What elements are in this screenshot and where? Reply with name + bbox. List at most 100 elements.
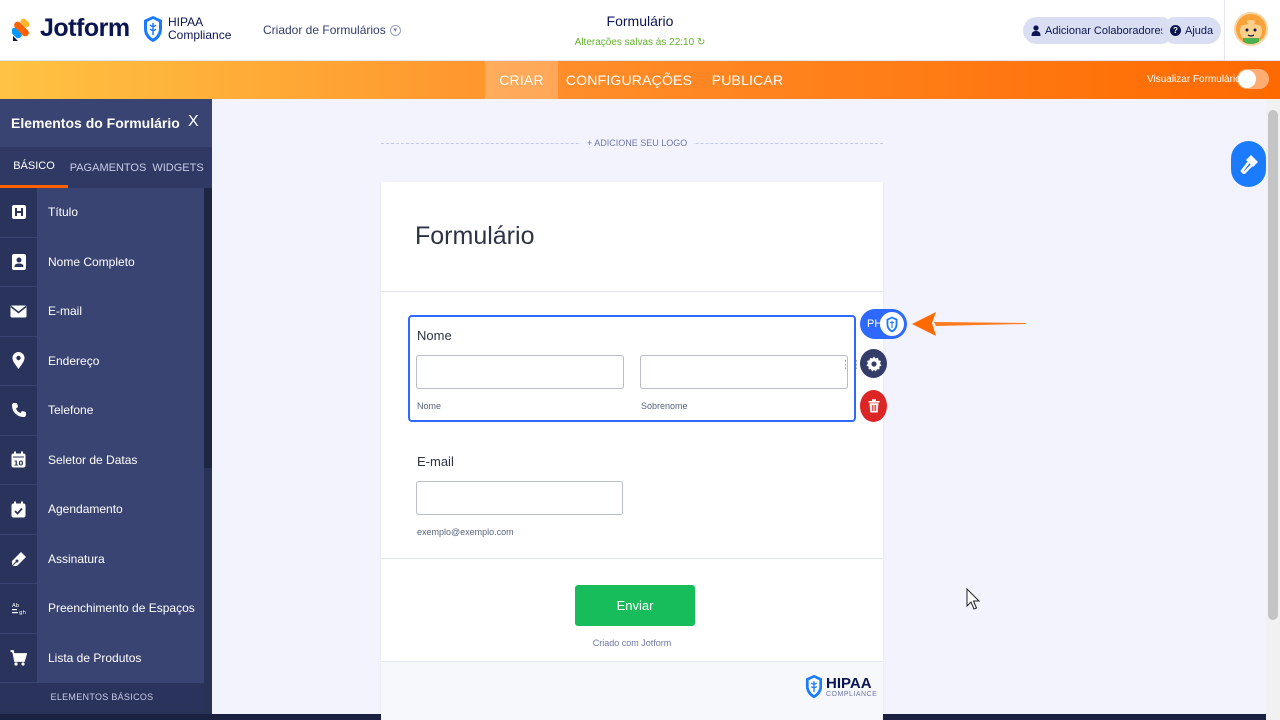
calendar-check-icon bbox=[0, 485, 37, 534]
phone-icon bbox=[0, 386, 37, 435]
email-field-label[interactable]: E-mail bbox=[417, 454, 454, 469]
sidebar-tab-basico[interactable]: BÁSICO bbox=[0, 147, 68, 188]
svg-text:Ab: Ab bbox=[12, 603, 20, 609]
sidebar-item-seletor-de-datas[interactable]: 10 Seletor de Datas bbox=[0, 435, 204, 485]
jotform-logo-icon bbox=[12, 18, 30, 41]
sidebar-item-nome-completo[interactable]: Nome Completo bbox=[0, 237, 204, 287]
footer-hipaa-badge: HIPAA COMPLIANCE bbox=[805, 674, 877, 699]
form-elements-sidebar: Elementos do Formulário X BÁSICO PAGAMEN… bbox=[0, 99, 212, 720]
submit-divider bbox=[381, 558, 883, 559]
sidebar-item-telefone[interactable]: Telefone bbox=[0, 386, 204, 436]
chevron-down-icon: ▾ bbox=[389, 24, 401, 36]
sidebar-item-lista-de-produtos[interactable]: Lista de Produtos bbox=[0, 633, 204, 683]
form-card: Formulário Nome ⋮⋮ Nome Sobrenome E-mail… bbox=[381, 182, 883, 720]
heading-icon bbox=[0, 188, 37, 237]
footer-compliance-text: COMPLIANCE bbox=[826, 690, 878, 698]
sidebar-item-email[interactable]: E-mail bbox=[0, 287, 204, 337]
user-icon bbox=[1031, 25, 1041, 36]
field-settings-button[interactable] bbox=[860, 349, 887, 378]
add-collaborators-label: Adicionar Colaboradores bbox=[1045, 24, 1167, 37]
save-status-text: Alterações salvas às 22:10 bbox=[574, 37, 695, 48]
jotform-wordmark: Jotform bbox=[40, 14, 130, 42]
map-pin-icon bbox=[0, 336, 37, 385]
close-icon[interactable]: X bbox=[188, 113, 199, 131]
form-designer-button[interactable] bbox=[1231, 141, 1266, 187]
sidebar-tab-widgets[interactable]: WIDGETS bbox=[150, 147, 206, 188]
hipaa-shield-icon bbox=[144, 16, 162, 42]
builder-dropdown-label: Criador de Formulários bbox=[263, 23, 386, 37]
sidebar-item-assinatura[interactable]: Assinatura bbox=[0, 534, 204, 584]
gear-icon bbox=[866, 356, 881, 371]
form-title[interactable]: Formulário bbox=[540, 13, 740, 29]
pen-icon bbox=[0, 534, 37, 583]
header-separator bbox=[1224, 0, 1225, 61]
trash-icon bbox=[868, 399, 879, 413]
phi-toggle-button[interactable]: PHI bbox=[860, 309, 907, 339]
svg-text:10: 10 bbox=[14, 460, 24, 468]
calendar-icon: 10 bbox=[0, 435, 37, 484]
field-delete-button[interactable] bbox=[860, 390, 887, 422]
shield-icon bbox=[886, 316, 898, 332]
mouse-cursor-icon bbox=[966, 588, 980, 610]
hipaa-badge: HIPAA Compliance bbox=[143, 15, 231, 43]
tab-criar[interactable]: CRIAR bbox=[485, 61, 558, 99]
sidebar-item-label: Assinatura bbox=[48, 551, 105, 566]
fill-blank-icon: Ab gh bbox=[0, 584, 37, 633]
sidebar-tabs: BÁSICO PAGAMENTOS WIDGETS bbox=[0, 147, 212, 188]
sidebar-item-label: Telefone bbox=[48, 403, 94, 418]
add-collaborators-button[interactable]: Adicionar Colaboradores bbox=[1023, 17, 1175, 44]
first-name-sublabel: Nome bbox=[417, 401, 442, 411]
toggle-knob bbox=[1238, 70, 1256, 88]
sidebar-tab-pagamentos[interactable]: PAGAMENTOS bbox=[68, 147, 148, 188]
created-with-jotform[interactable]: Criado com Jotform bbox=[381, 638, 883, 648]
email-sublabel: exemplo@exemplo.com bbox=[417, 527, 514, 537]
name-field-label[interactable]: Nome bbox=[417, 328, 452, 343]
svg-text:gh: gh bbox=[19, 610, 26, 615]
paint-roller-icon bbox=[1239, 155, 1258, 174]
refresh-icon: ↻ bbox=[696, 37, 706, 48]
save-status: Alterações salvas às 22:10 ↻ bbox=[540, 37, 740, 48]
jotform-logo[interactable]: Jotform bbox=[12, 14, 130, 43]
tab-publicar[interactable]: PUBLICAR bbox=[706, 61, 789, 99]
sidebar-item-label: Título bbox=[48, 205, 79, 220]
last-name-input[interactable] bbox=[640, 355, 848, 389]
submit-button[interactable]: Enviar bbox=[575, 585, 695, 626]
page-scrollbar-thumb[interactable] bbox=[1268, 110, 1278, 620]
preview-form-label: Visualizar Formulário bbox=[1147, 74, 1241, 85]
help-label: Ajuda bbox=[1185, 24, 1214, 37]
sidebar-item-label: E-mail bbox=[48, 304, 83, 319]
contact-card-icon bbox=[0, 237, 37, 286]
sidebar-item-label: Agendamento bbox=[48, 502, 123, 517]
sidebar-item-endereco[interactable]: Endereço bbox=[0, 336, 204, 386]
envelope-icon bbox=[0, 287, 37, 336]
form-heading[interactable]: Formulário bbox=[415, 222, 534, 251]
sidebar-item-label: Seletor de Datas bbox=[48, 452, 138, 467]
heading-divider bbox=[381, 291, 883, 292]
preview-form-toggle[interactable] bbox=[1237, 69, 1269, 89]
sidebar-scrollbar[interactable] bbox=[204, 188, 212, 468]
sidebar-section-footer: ELEMENTOS BÁSICOS bbox=[0, 683, 204, 711]
drag-handle-icon[interactable]: ⋮⋮ bbox=[840, 360, 862, 371]
tab-configuracoes[interactable]: CONFIGURAÇÕES bbox=[566, 61, 692, 99]
sidebar-item-titulo[interactable]: Título bbox=[0, 188, 204, 238]
sidebar-item-agendamento[interactable]: Agendamento bbox=[0, 485, 204, 535]
first-name-input[interactable] bbox=[416, 355, 624, 389]
phi-shield-knob bbox=[880, 312, 904, 336]
hipaa-line2: Compliance bbox=[168, 28, 232, 42]
sidebar-header: Elementos do Formulário X bbox=[0, 99, 212, 147]
question-icon: ? bbox=[1170, 25, 1181, 36]
builder-nav: CRIAR CONFIGURAÇÕES PUBLICAR bbox=[0, 61, 1280, 99]
sidebar-item-preenchimento-de-espacos[interactable]: Ab gh Preenchimento de Espaços bbox=[0, 584, 204, 634]
sidebar-title: Elementos do Formulário bbox=[11, 115, 180, 131]
email-input[interactable] bbox=[416, 481, 623, 515]
cart-icon bbox=[0, 633, 37, 682]
sidebar-item-label: Lista de Produtos bbox=[48, 650, 142, 665]
builder-dropdown[interactable]: Criador de Formulários ▾ bbox=[263, 23, 401, 37]
user-avatar[interactable] bbox=[1234, 12, 1268, 46]
hipaa-text: HIPAA Compliance bbox=[168, 16, 231, 42]
add-logo-button[interactable]: + ADICIONE SEU LOGO bbox=[581, 138, 694, 148]
annotation-arrow-icon bbox=[912, 312, 1026, 336]
help-button[interactable]: ? Ajuda bbox=[1162, 17, 1222, 44]
top-header: Jotform HIPAA Compliance Criador de Form… bbox=[0, 0, 1280, 61]
sidebar-item-label: Preenchimento de Espaços bbox=[48, 601, 195, 616]
